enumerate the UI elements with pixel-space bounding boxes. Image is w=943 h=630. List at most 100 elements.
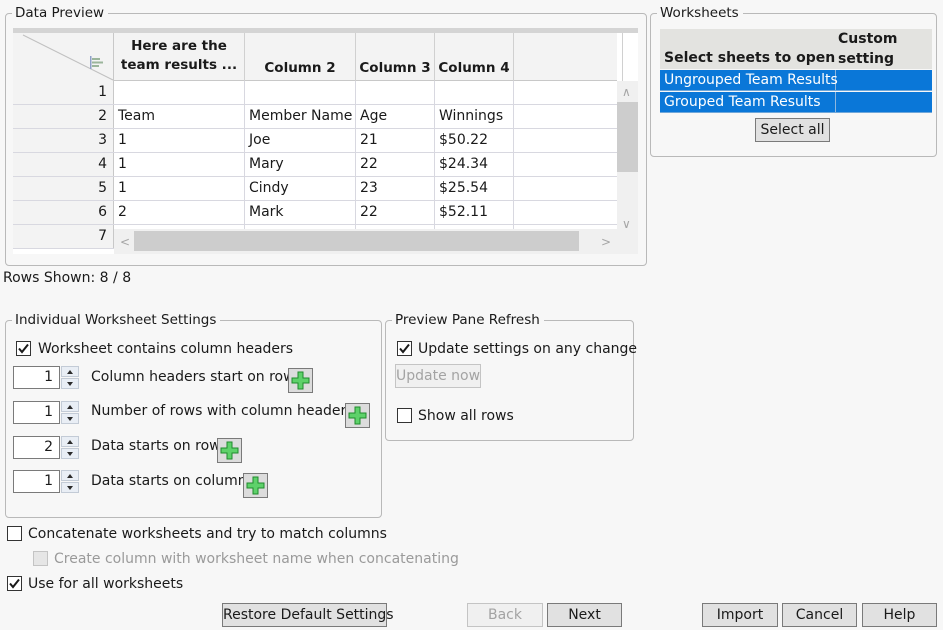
- plus-icon: [348, 406, 367, 425]
- create-column-label: Create column with worksheet name when c…: [54, 551, 459, 567]
- restore-defaults-button[interactable]: Restore Default Settings: [222, 603, 394, 627]
- cancel-button[interactable]: Cancel: [782, 603, 857, 627]
- worksheet-custom-setting[interactable]: [836, 92, 932, 112]
- table-row[interactable]: 3 1 Joe 21 $50.22: [13, 129, 623, 153]
- checkmark-icon: [9, 578, 20, 589]
- row-state-icon: [90, 56, 103, 69]
- scroll-up-icon[interactable]: ∧: [622, 86, 631, 98]
- header-row-count-pick-button[interactable]: [345, 403, 370, 428]
- table-cell: 1: [114, 177, 245, 200]
- back-button[interactable]: Back: [467, 603, 543, 627]
- create-column-checkbox[interactable]: [33, 551, 48, 566]
- table-cell: Cindy: [245, 177, 356, 200]
- worksheet-row[interactable]: Ungrouped Team Results: [660, 70, 932, 91]
- table-cell: [514, 153, 623, 176]
- horizontal-scrollbar[interactable]: < >: [114, 229, 617, 254]
- concatenate-checkbox[interactable]: [7, 526, 22, 541]
- worksheet-row[interactable]: Grouped Team Results: [660, 92, 932, 113]
- use-for-all-checkbox[interactable]: [7, 576, 22, 591]
- table-cell: [514, 177, 623, 200]
- increment-icon[interactable]: [61, 401, 79, 412]
- table-cell: Member Name: [245, 105, 356, 128]
- worksheet-name[interactable]: Grouped Team Results: [660, 92, 836, 112]
- table-cell: 22: [356, 201, 435, 224]
- table-cell: Team: [114, 105, 245, 128]
- checkmark-icon: [18, 343, 29, 354]
- header-row-count-input[interactable]: 1: [13, 401, 60, 424]
- data-start-column-input[interactable]: 1: [13, 470, 60, 493]
- header-row-count-spinner[interactable]: [61, 401, 79, 424]
- headers-start-row-input[interactable]: 1: [13, 366, 60, 389]
- table-cell: [514, 81, 623, 104]
- table-cell: 2: [114, 201, 245, 224]
- data-start-row-input[interactable]: 2: [13, 436, 60, 459]
- grid-header-row: Here are the team results ... Column 2 C…: [13, 33, 623, 81]
- row-number[interactable]: 2: [13, 105, 114, 128]
- table-row[interactable]: 6 2 Mark 22 $52.11: [13, 201, 623, 225]
- table-cell: Winnings: [435, 105, 514, 128]
- data-start-row-pick-button[interactable]: [217, 438, 242, 463]
- table-cell: [356, 81, 435, 104]
- column-header-1[interactable]: Here are the team results ...: [114, 33, 245, 81]
- table-row[interactable]: 1: [13, 81, 623, 105]
- show-all-rows-label: Show all rows: [418, 408, 514, 424]
- worksheets-group: Worksheets Select sheets to open Custom …: [650, 5, 937, 157]
- scroll-left-icon[interactable]: <: [120, 236, 130, 248]
- worksheet-custom-setting[interactable]: [836, 70, 932, 90]
- worksheet-name[interactable]: Ungrouped Team Results: [660, 70, 838, 90]
- data-start-column-pick-button[interactable]: [243, 473, 268, 498]
- decrement-icon[interactable]: [61, 378, 79, 389]
- table-cell: $50.22: [435, 129, 514, 152]
- decrement-icon[interactable]: [61, 482, 79, 493]
- table-cell: 21: [356, 129, 435, 152]
- headers-start-row-spinner[interactable]: [61, 366, 79, 389]
- row-number[interactable]: 3: [13, 129, 114, 152]
- data-start-column-spinner[interactable]: [61, 470, 79, 493]
- plus-icon: [246, 476, 265, 495]
- update-on-change-checkbox[interactable]: [397, 341, 412, 356]
- scroll-right-icon[interactable]: >: [601, 236, 611, 248]
- select-all-button[interactable]: Select all: [755, 118, 830, 142]
- row-number[interactable]: 4: [13, 153, 114, 176]
- column-header-3[interactable]: Column 3: [356, 33, 435, 81]
- table-cell: [245, 81, 356, 104]
- import-button[interactable]: Import: [702, 603, 778, 627]
- table-row[interactable]: 5 1 Cindy 23 $25.54: [13, 177, 623, 201]
- table-cell: $24.34: [435, 153, 514, 176]
- data-start-row-spinner[interactable]: [61, 436, 79, 459]
- table-cell: Mary: [245, 153, 356, 176]
- decrement-icon[interactable]: [61, 448, 79, 459]
- increment-icon[interactable]: [61, 470, 79, 481]
- next-button[interactable]: Next: [547, 603, 622, 627]
- column-header-4[interactable]: Column 4: [435, 33, 514, 81]
- column-header-2[interactable]: Column 2: [245, 33, 356, 81]
- row-number[interactable]: 5: [13, 177, 114, 200]
- row-number[interactable]: 6: [13, 201, 114, 224]
- scroll-down-icon[interactable]: ∨: [622, 218, 631, 230]
- column-header-5[interactable]: [514, 33, 623, 81]
- vertical-scrollbar[interactable]: ∧ ∨: [617, 81, 638, 254]
- decrement-icon[interactable]: [61, 413, 79, 424]
- update-on-change-label: Update settings on any change: [418, 341, 638, 357]
- increment-icon[interactable]: [61, 436, 79, 447]
- row-number[interactable]: 1: [13, 81, 114, 104]
- table-cell: 23: [356, 177, 435, 200]
- table-row[interactable]: 4 1 Mary 22 $24.34: [13, 153, 623, 177]
- horizontal-scroll-thumb[interactable]: [134, 231, 579, 251]
- data-preview-grid: Here are the team results ... Column 2 C…: [13, 28, 638, 254]
- help-button[interactable]: Help: [862, 603, 937, 627]
- contains-headers-label: Worksheet contains column headers: [38, 341, 294, 357]
- show-all-rows-checkbox[interactable]: [397, 408, 412, 423]
- table-cell: 1: [114, 129, 245, 152]
- row-number[interactable]: 7: [13, 225, 114, 248]
- plus-icon: [291, 371, 310, 390]
- increment-icon[interactable]: [61, 366, 79, 377]
- vertical-scroll-thumb[interactable]: [617, 102, 638, 172]
- table-cell: [435, 81, 514, 104]
- update-now-button[interactable]: Update now: [395, 364, 481, 388]
- table-row[interactable]: 2 Team Member Name Age Winnings: [13, 105, 623, 129]
- table-cell: Age: [356, 105, 435, 128]
- contains-headers-checkbox[interactable]: [16, 341, 31, 356]
- plus-icon: [220, 441, 239, 460]
- headers-start-row-pick-button[interactable]: [288, 368, 313, 393]
